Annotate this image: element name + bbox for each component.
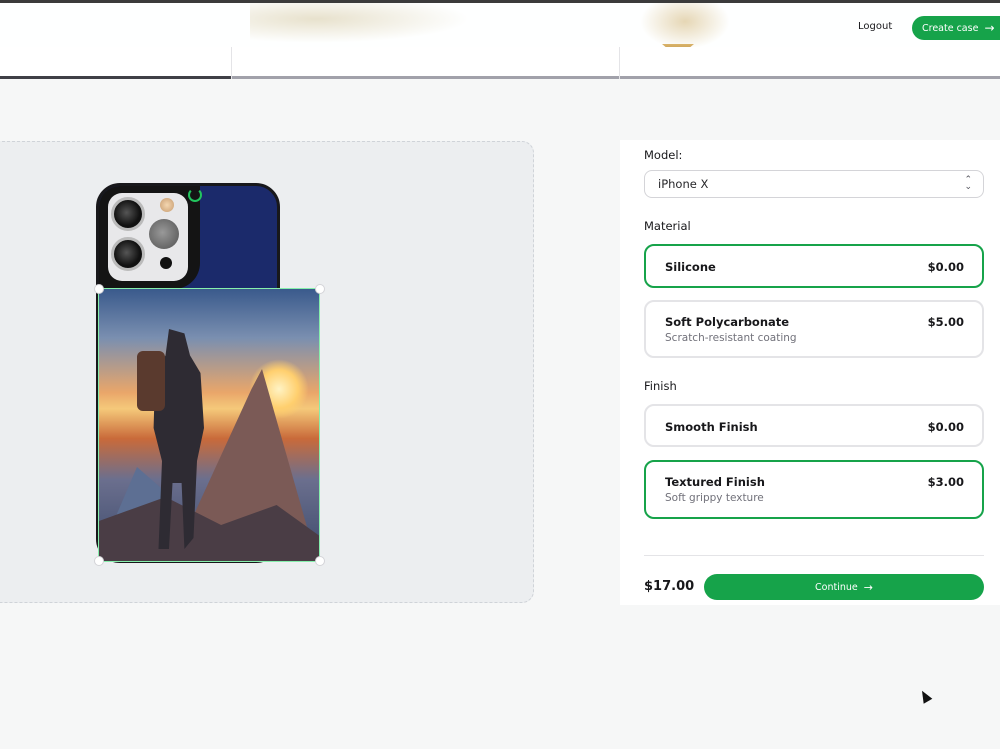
decorative-blur	[640, 3, 730, 49]
uploaded-image[interactable]	[98, 288, 320, 562]
lens-icon	[111, 237, 145, 271]
resize-handle[interactable]	[94, 556, 104, 566]
material-label: Material	[644, 219, 691, 233]
arrow-right-icon: →	[863, 580, 873, 594]
arrow-right-icon: →	[984, 21, 995, 35]
total-price: $17.00	[644, 579, 695, 594]
create-case-label: Create case	[922, 22, 979, 34]
navbar: Logout Create case →	[0, 3, 1000, 49]
chevron-up-down-icon: ⌃ ⌄	[964, 175, 972, 192]
model-label: Model:	[644, 148, 683, 162]
lens-icon	[149, 219, 179, 249]
sensor-icon	[160, 257, 172, 269]
loading-spinner-icon	[188, 188, 202, 202]
step-2-indicator	[232, 76, 619, 79]
finish-label: Finish	[644, 379, 677, 393]
camera-plate	[108, 193, 188, 281]
create-case-button[interactable]: Create case →	[912, 16, 1000, 40]
finish-option-textured[interactable]: Textured Finish Soft grippy texture $3.0…	[644, 460, 984, 519]
resize-handle[interactable]	[315, 556, 325, 566]
logout-link[interactable]: Logout	[858, 21, 892, 32]
step-1-indicator	[0, 76, 231, 79]
flash-icon	[160, 198, 174, 212]
mouse-cursor-icon	[917, 688, 933, 704]
option-name: Textured Finish	[665, 475, 765, 489]
model-select[interactable]: iPhone X ⌃ ⌄	[644, 170, 984, 198]
material-option-silicone[interactable]: Silicone $0.00	[644, 244, 984, 288]
lens-icon	[111, 197, 145, 231]
continue-button[interactable]: Continue →	[704, 574, 984, 600]
continue-label: Continue	[815, 581, 858, 593]
option-price: $5.00	[927, 315, 964, 329]
model-value: iPhone X	[658, 177, 709, 191]
step-3-indicator	[620, 76, 1000, 79]
camera-module	[99, 186, 200, 289]
option-name: Smooth Finish	[665, 420, 758, 434]
options-panel	[620, 140, 1000, 605]
option-price: $0.00	[927, 420, 964, 434]
option-description: Scratch-resistant coating	[665, 332, 797, 344]
divider	[644, 555, 984, 556]
resize-handle[interactable]	[94, 284, 104, 294]
material-option-soft-polycarbonate[interactable]: Soft Polycarbonate Scratch-resistant coa…	[644, 300, 984, 358]
option-description: Soft grippy texture	[665, 492, 764, 504]
finish-option-smooth[interactable]: Smooth Finish $0.00	[644, 404, 984, 447]
step-divider	[619, 47, 620, 79]
option-price: $3.00	[927, 475, 964, 489]
option-name: Silicone	[665, 260, 716, 274]
step-divider	[231, 47, 232, 79]
decorative-blur	[250, 3, 470, 43]
option-price: $0.00	[927, 260, 964, 274]
progress-steps	[0, 47, 1000, 79]
option-name: Soft Polycarbonate	[665, 315, 790, 329]
resize-handle[interactable]	[315, 284, 325, 294]
